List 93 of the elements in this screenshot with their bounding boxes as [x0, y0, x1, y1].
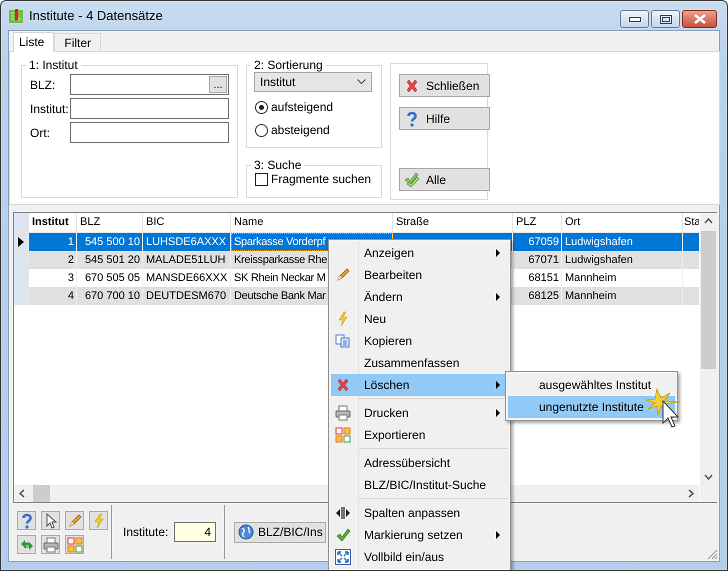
menu-item[interactable]: Adressübersicht: [331, 452, 508, 474]
group-title: 2: Sortierung: [253, 58, 324, 72]
menu-item[interactable]: Kopieren: [331, 330, 508, 352]
radio-button[interactable]: [255, 124, 268, 136]
help-icon: [404, 110, 420, 126]
field-label: Ort:: [30, 126, 51, 140]
tab[interactable]: Filter: [54, 33, 102, 51]
browse-button[interactable]: ...: [209, 76, 227, 93]
table-cell: 545 501 20: [77, 251, 143, 269]
globe-icon: [238, 524, 254, 540]
table-cell: 670 700 10: [77, 287, 143, 305]
table-cell: 4: [29, 287, 77, 305]
chevron-down-icon: [357, 79, 366, 85]
checkbox[interactable]: [255, 172, 268, 186]
menu-item[interactable]: BLZ/BIC/Institut-Suche: [331, 474, 508, 496]
resize-grip-icon[interactable]: [706, 548, 718, 560]
minimize-button[interactable]: [620, 10, 649, 28]
menu-item[interactable]: Neu: [331, 308, 508, 330]
action-button[interactable]: Hilfe: [399, 107, 490, 130]
scroll-thumb[interactable]: [33, 485, 50, 502]
row-header-cell[interactable]: [14, 233, 29, 251]
column-header[interactable]: BIC: [143, 213, 231, 232]
submenu-arrow-icon: [496, 249, 500, 257]
close-icon: [404, 78, 420, 94]
table-cell: Mannheim: [562, 287, 683, 305]
menu-item[interactable]: ungenutzte Institute: [508, 396, 675, 418]
toolbar-button[interactable]: [65, 535, 84, 554]
column-resize-icon: [335, 505, 351, 521]
radio-label: absteigend: [271, 123, 330, 137]
count-label: Institute:: [123, 525, 168, 539]
fullscreen-icon: [335, 549, 351, 565]
row-header-cell[interactable]: [14, 287, 29, 305]
column-header[interactable]: BLZ: [77, 213, 143, 232]
menu-item[interactable]: Zusammenfassen: [331, 352, 508, 374]
export-icon: [335, 427, 351, 443]
column-header[interactable]: Straße: [393, 213, 513, 232]
submenu-arrow-icon: [496, 381, 500, 389]
double-checkmark-icon: [404, 172, 420, 188]
menu-item[interactable]: Exportieren: [331, 424, 508, 446]
current-row-icon: [18, 237, 24, 247]
table-cell: 67071: [513, 251, 562, 269]
column-header[interactable]: PLZ: [513, 213, 562, 232]
radio-label: aufsteigend: [271, 100, 334, 114]
table-cell: DEUTDESM670: [143, 287, 231, 305]
close-button[interactable]: [682, 10, 717, 28]
app-icon: [8, 8, 24, 24]
action-button[interactable]: Alle: [399, 168, 490, 191]
submenu-arrow-icon: [496, 409, 500, 417]
pencil-icon: [66, 512, 82, 528]
delete-icon: [335, 377, 351, 393]
submenu-arrow-icon: [496, 531, 500, 539]
submenu-arrow-icon: [496, 293, 500, 301]
action-button[interactable]: Schließen: [399, 74, 490, 97]
printer-icon: [335, 405, 351, 421]
column-header[interactable]: Ort: [562, 213, 683, 232]
checkmark-icon: [335, 527, 351, 543]
input-field[interactable]: [70, 122, 229, 143]
column-header[interactable]: Name: [231, 213, 393, 232]
minimize-icon: [628, 16, 640, 22]
tab[interactable]: Liste: [13, 32, 54, 52]
menu-item[interactable]: ausgewähltes Institut: [508, 374, 675, 396]
field-label: Institut:: [30, 102, 70, 116]
pencil-icon: [335, 267, 351, 283]
menu-item[interactable]: Drucken: [331, 402, 508, 424]
toolbar-button[interactable]: [41, 535, 60, 554]
menu-item[interactable]: Löschen: [331, 374, 508, 396]
count-field: 4: [174, 522, 216, 542]
menu-item[interactable]: Spalten anpassen: [331, 502, 508, 524]
toolbar-button[interactable]: [41, 511, 60, 530]
table-cell: 2: [29, 251, 77, 269]
close-icon: [694, 14, 706, 24]
checkbox-label: Fragmente suchen: [271, 172, 372, 186]
scroll-thumb[interactable]: [701, 231, 716, 369]
field-label: BLZ:: [30, 78, 56, 92]
table-cell: Ludwigshafen: [562, 251, 683, 269]
input-field[interactable]: [70, 98, 229, 119]
sort-dropdown[interactable]: Institut: [254, 72, 372, 92]
export-icon: [66, 536, 82, 552]
menu-item[interactable]: Markierung setzen: [331, 524, 508, 546]
table-cell: MALADE51LUH: [143, 251, 231, 269]
printer-icon: [42, 536, 58, 552]
maximize-icon: [660, 14, 672, 24]
input-field[interactable]: ...: [70, 74, 229, 95]
copy-icon: [335, 333, 351, 349]
menu-item[interactable]: Vollbild ein/aus: [331, 546, 508, 568]
maximize-button[interactable]: [651, 10, 680, 28]
table-cell: 68125: [513, 287, 562, 305]
group-title: 1: Institut: [28, 58, 79, 72]
radio-button[interactable]: [255, 100, 268, 114]
search-button[interactable]: BLZ/BIC/Ins: [234, 522, 326, 542]
column-header[interactable]: Institut: [29, 213, 77, 232]
group-title: 3: Suche: [253, 158, 302, 172]
window-title: Institute - 4 Datensätze: [29, 8, 163, 23]
